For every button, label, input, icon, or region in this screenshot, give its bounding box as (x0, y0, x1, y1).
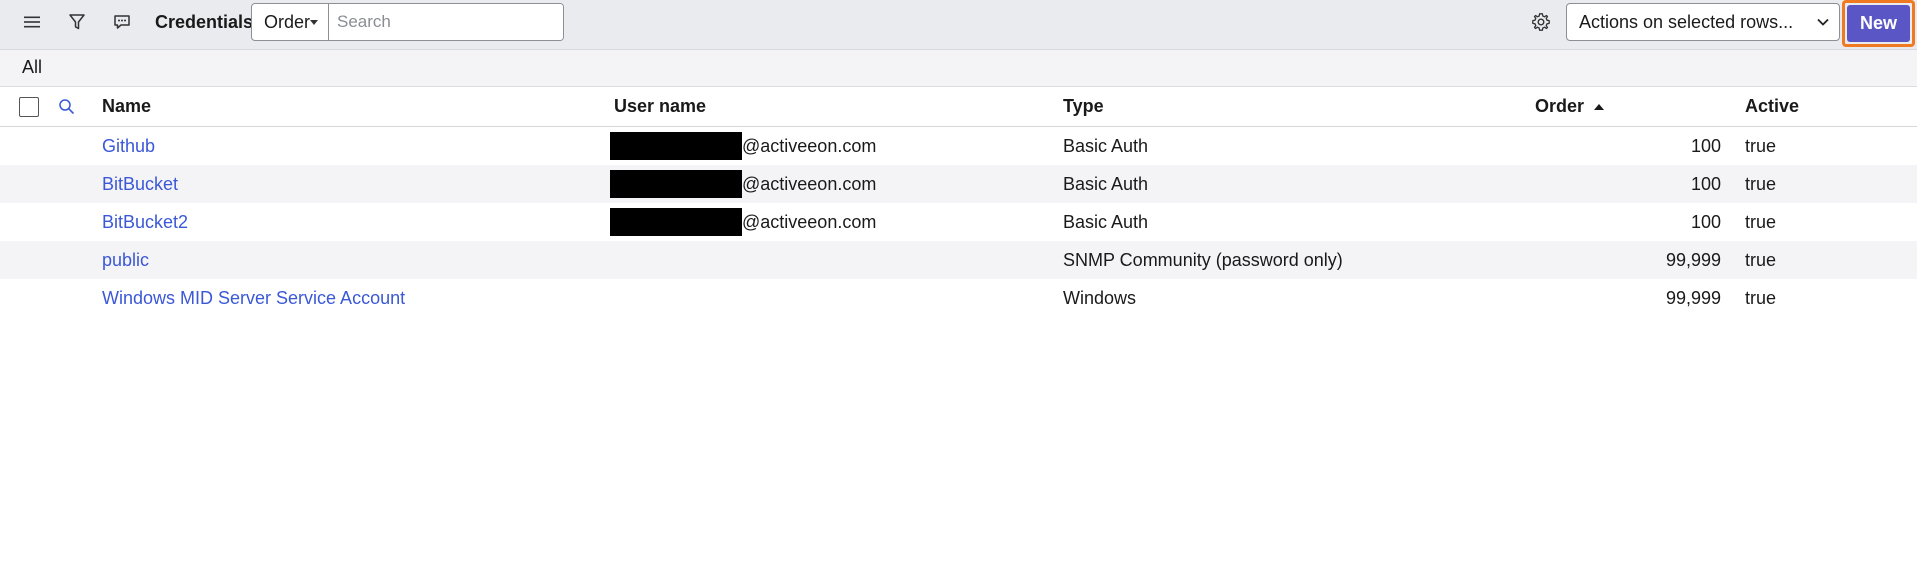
redacted-block (610, 208, 742, 236)
list-title: Credentials (155, 12, 254, 32)
search-group: Order (251, 3, 564, 41)
hamburger-menu-icon[interactable] (14, 0, 50, 44)
order-cell: 100 (1690, 211, 1721, 232)
credential-name-link[interactable]: public (102, 241, 149, 279)
column-header-user-name[interactable]: User name (614, 87, 706, 126)
select-all-checkbox[interactable] (19, 96, 39, 117)
credentials-table: Name User name Type Order Active Github … (0, 87, 1917, 317)
column-header-order-label: Order (1535, 96, 1585, 116)
caret-down-icon (310, 19, 319, 25)
table-header-row: Name User name Type Order Active (0, 87, 1917, 127)
search-icon[interactable] (58, 87, 75, 126)
search-field-select-value: Order (264, 11, 311, 32)
active-cell: true (1745, 211, 1777, 232)
column-header-order[interactable]: Order (1535, 87, 1605, 126)
credential-name-link[interactable]: BitBucket2 (102, 203, 188, 241)
column-header-type[interactable]: Type (1063, 87, 1104, 126)
new-button[interactable]: New (1847, 5, 1910, 42)
order-cell: 99,999 (1665, 249, 1721, 270)
table-row: BitBucket @activeeon.com Basic Auth 100 … (0, 165, 1917, 203)
chat-icon[interactable] (104, 0, 140, 44)
active-cell: true (1745, 287, 1777, 308)
gear-icon[interactable] (1523, 0, 1559, 44)
redacted-block (610, 170, 742, 198)
actions-on-selected-rows-select[interactable]: Actions on selected rows... (1566, 3, 1840, 41)
table-row: BitBucket2 @activeeon.com Basic Auth 100… (0, 203, 1917, 241)
actions-select-value: Actions on selected rows... (1579, 11, 1794, 32)
type-cell: Basic Auth (1063, 173, 1149, 194)
breadcrumb-bar: All (0, 50, 1917, 87)
credential-name-link[interactable]: Windows MID Server Service Account (102, 279, 405, 317)
search-input[interactable] (329, 4, 563, 40)
filter-icon[interactable] (59, 0, 95, 44)
user-name-suffix: @activeeon.com (742, 135, 877, 156)
new-button-highlight: New (1842, 0, 1915, 47)
chevron-down-icon (1817, 18, 1829, 26)
credential-name-link[interactable]: Github (102, 127, 155, 165)
user-name-cell: @activeeon.com (610, 165, 877, 203)
column-header-active[interactable]: Active (1745, 87, 1799, 126)
credential-name-link[interactable]: BitBucket (102, 165, 178, 203)
table-row: Windows MID Server Service Account Windo… (0, 279, 1917, 317)
order-cell: 99,999 (1665, 287, 1721, 308)
column-header-name[interactable]: Name (102, 87, 151, 126)
user-name-cell: @activeeon.com (610, 203, 877, 241)
active-cell: true (1745, 135, 1777, 156)
user-name-suffix: @activeeon.com (742, 173, 877, 194)
type-cell: Basic Auth (1063, 135, 1149, 156)
search-field-select[interactable]: Order (252, 4, 330, 40)
table-row: public SNMP Community (password only) 99… (0, 241, 1917, 279)
breadcrumb-all[interactable]: All (22, 57, 42, 78)
active-cell: true (1745, 249, 1777, 270)
list-header-toolbar: Credentials Order Actions on selected ro… (0, 0, 1917, 50)
user-name-suffix: @activeeon.com (742, 211, 877, 232)
order-cell: 100 (1690, 173, 1721, 194)
select-all-checkbox-cell (19, 87, 39, 126)
type-cell: SNMP Community (password only) (1063, 249, 1343, 270)
type-cell: Basic Auth (1063, 211, 1149, 232)
type-cell: Windows (1063, 287, 1137, 308)
active-cell: true (1745, 173, 1777, 194)
order-cell: 100 (1690, 135, 1721, 156)
user-name-cell: @activeeon.com (610, 127, 877, 165)
redacted-block (610, 132, 742, 160)
table-row: Github @activeeon.com Basic Auth 100 tru… (0, 127, 1917, 165)
sort-ascending-icon (1594, 103, 1605, 110)
